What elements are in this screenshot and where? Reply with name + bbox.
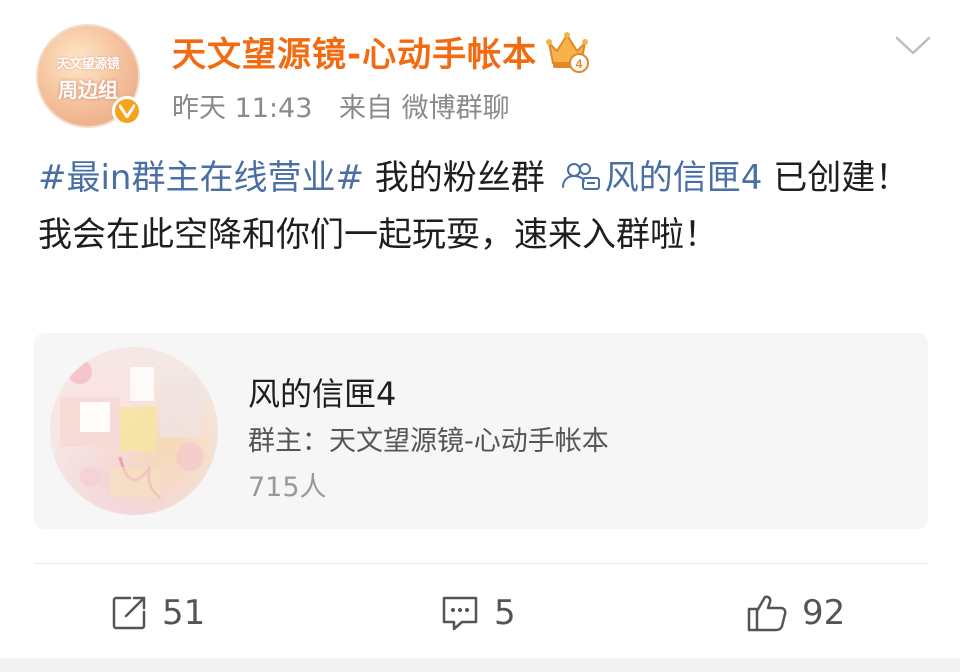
repost-count: 51 bbox=[162, 593, 206, 633]
action-bar: 51 5 92 bbox=[0, 582, 960, 644]
group-card[interactable]: 风的信匣4 群主：天文望源镜-心动手帐本 715人 bbox=[34, 333, 928, 529]
group-title: 风的信匣4 bbox=[248, 375, 397, 413]
user-name-row: 天文望源镜-心动手帐本 4 bbox=[172, 26, 591, 76]
chevron-down-icon[interactable] bbox=[894, 32, 932, 60]
comment-count: 5 bbox=[494, 593, 516, 633]
comment-icon bbox=[442, 596, 478, 631]
post-meta: 昨天 11:43 来自 微博群聊 bbox=[172, 86, 528, 125]
post-source: 来自 微博群聊 bbox=[339, 93, 510, 124]
post-time: 昨天 11:43 bbox=[172, 93, 313, 124]
bottom-strip bbox=[0, 658, 960, 672]
user-avatar-container[interactable]: 天文望源镜 周边组 bbox=[36, 24, 142, 128]
avatar-text-line2: 周边组 bbox=[58, 78, 118, 102]
group-member-count: 715人 bbox=[248, 472, 327, 503]
hashtag-link[interactable]: #最in群主在线营业# bbox=[38, 158, 364, 198]
repost-icon bbox=[112, 596, 146, 630]
thumbs-up-icon bbox=[747, 595, 787, 632]
like-button[interactable]: 92 bbox=[746, 582, 845, 644]
group-chat-icon bbox=[561, 163, 600, 190]
like-count: 92 bbox=[802, 593, 846, 633]
group-link[interactable]: 风的信匣4 bbox=[605, 158, 763, 198]
post-text: #最in群主在线营业# 我的粉丝群 风的信匣4 已创建！我会在此空降和你们一起玩耍… bbox=[38, 150, 918, 264]
badge-number: 4 bbox=[576, 57, 583, 71]
crown-badge-icon[interactable]: 4 bbox=[543, 29, 591, 73]
verified-icon bbox=[112, 96, 142, 126]
repost-button[interactable]: 51 bbox=[110, 582, 205, 644]
divider bbox=[34, 563, 928, 564]
comment-button[interactable]: 5 bbox=[440, 582, 516, 644]
post-text-part1: 我的粉丝群 bbox=[363, 158, 545, 198]
avatar-text-line1: 天文望源镜 bbox=[56, 57, 120, 72]
group-avatar bbox=[50, 347, 218, 515]
user-name[interactable]: 天文望源镜-心动手帐本 bbox=[172, 27, 537, 76]
group-owner: 群主：天文望源镜-心动手帐本 bbox=[248, 426, 609, 457]
